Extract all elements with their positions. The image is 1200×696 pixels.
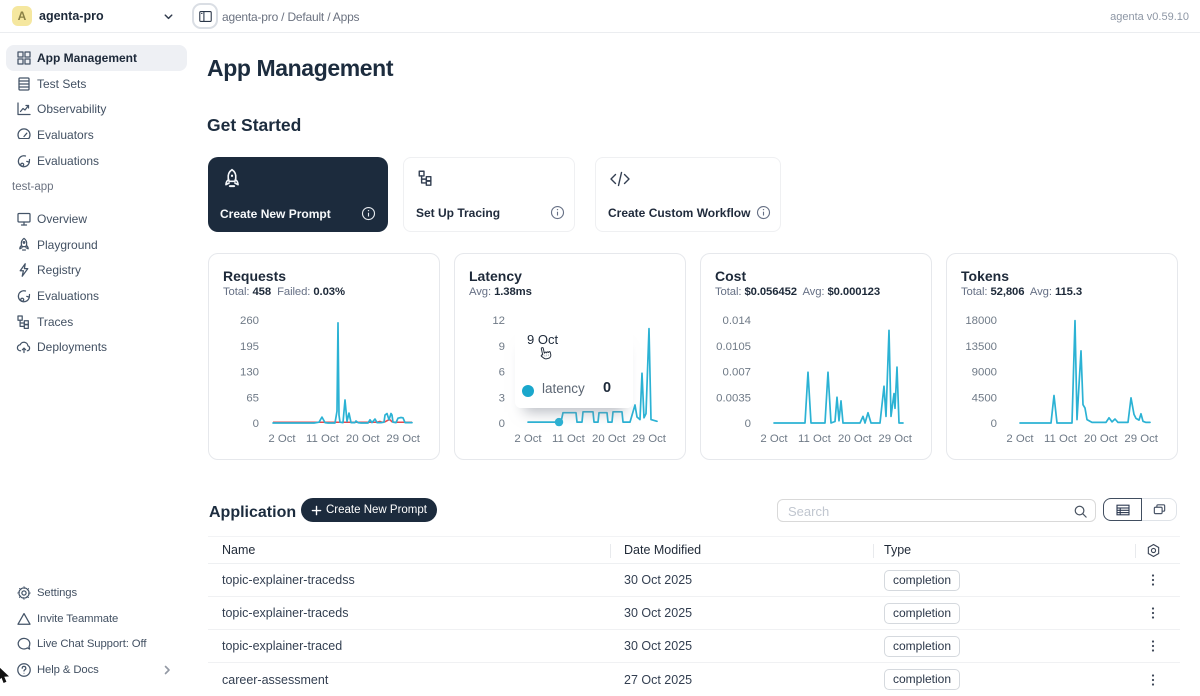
svg-text:29 Oct: 29 Oct	[1124, 433, 1158, 445]
svg-text:2 Oct: 2 Oct	[1006, 433, 1034, 445]
svg-text:29 Oct: 29 Oct	[878, 433, 912, 445]
svg-text:0: 0	[499, 418, 505, 430]
svg-text:6: 6	[499, 367, 505, 379]
svg-text:13500: 13500	[965, 341, 997, 353]
svg-text:20 Oct: 20 Oct	[838, 433, 872, 445]
svg-text:0: 0	[253, 418, 259, 430]
svg-text:20 Oct: 20 Oct	[1084, 433, 1118, 445]
svg-text:20 Oct: 20 Oct	[592, 433, 626, 445]
svg-text:195: 195	[240, 341, 259, 353]
svg-text:2 Oct: 2 Oct	[760, 433, 788, 445]
svg-text:260: 260	[240, 315, 259, 327]
svg-text:4500: 4500	[972, 392, 997, 404]
svg-text:0.0035: 0.0035	[716, 392, 751, 404]
svg-text:18000: 18000	[965, 315, 997, 327]
svg-text:9000: 9000	[972, 367, 997, 379]
svg-text:2 Oct: 2 Oct	[514, 433, 542, 445]
svg-text:9: 9	[499, 341, 505, 353]
svg-text:130: 130	[240, 367, 259, 379]
svg-text:11 Oct: 11 Oct	[1044, 433, 1078, 445]
svg-text:20 Oct: 20 Oct	[346, 433, 380, 445]
svg-text:2 Oct: 2 Oct	[268, 433, 296, 445]
svg-text:0.014: 0.014	[722, 315, 751, 327]
svg-text:12: 12	[492, 315, 505, 327]
svg-text:0: 0	[745, 418, 751, 430]
svg-text:0.0105: 0.0105	[716, 341, 751, 353]
svg-text:29 Oct: 29 Oct	[386, 433, 420, 445]
svg-text:29 Oct: 29 Oct	[632, 433, 666, 445]
svg-text:11 Oct: 11 Oct	[798, 433, 832, 445]
svg-text:65: 65	[246, 392, 259, 404]
svg-text:0: 0	[991, 418, 997, 430]
svg-text:3: 3	[499, 392, 505, 404]
svg-text:11 Oct: 11 Oct	[306, 433, 340, 445]
svg-text:0.007: 0.007	[722, 367, 751, 379]
svg-text:11 Oct: 11 Oct	[552, 433, 586, 445]
